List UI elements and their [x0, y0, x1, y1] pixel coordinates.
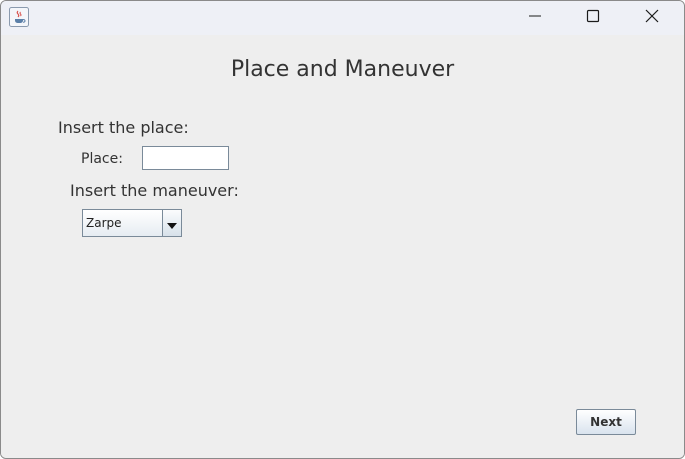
- next-button[interactable]: Next: [576, 409, 636, 435]
- dropdown-arrow-button[interactable]: [162, 210, 181, 236]
- application-window: Place and Maneuver Insert the place: Pla…: [0, 0, 685, 459]
- java-app-icon[interactable]: [9, 7, 29, 27]
- maneuver-dropdown[interactable]: Zarpe: [82, 209, 182, 237]
- place-field-label: Place:: [81, 151, 123, 167]
- maneuver-selected-value: Zarpe: [86, 216, 122, 230]
- minimize-button[interactable]: [506, 1, 564, 33]
- place-section-label: Insert the place:: [58, 118, 189, 137]
- maximize-button[interactable]: [564, 1, 622, 33]
- minimize-icon: [528, 8, 542, 27]
- chevron-down-icon: [167, 214, 177, 233]
- maneuver-section-label: Insert the maneuver:: [70, 181, 239, 200]
- maximize-icon: [586, 8, 600, 27]
- close-button[interactable]: [623, 1, 681, 33]
- close-icon: [645, 8, 659, 27]
- title-bar[interactable]: [1, 1, 684, 35]
- place-input[interactable]: [142, 146, 229, 170]
- content-panel: Place and Maneuver Insert the place: Pla…: [1, 35, 684, 458]
- page-title: Place and Maneuver: [230, 57, 455, 82]
